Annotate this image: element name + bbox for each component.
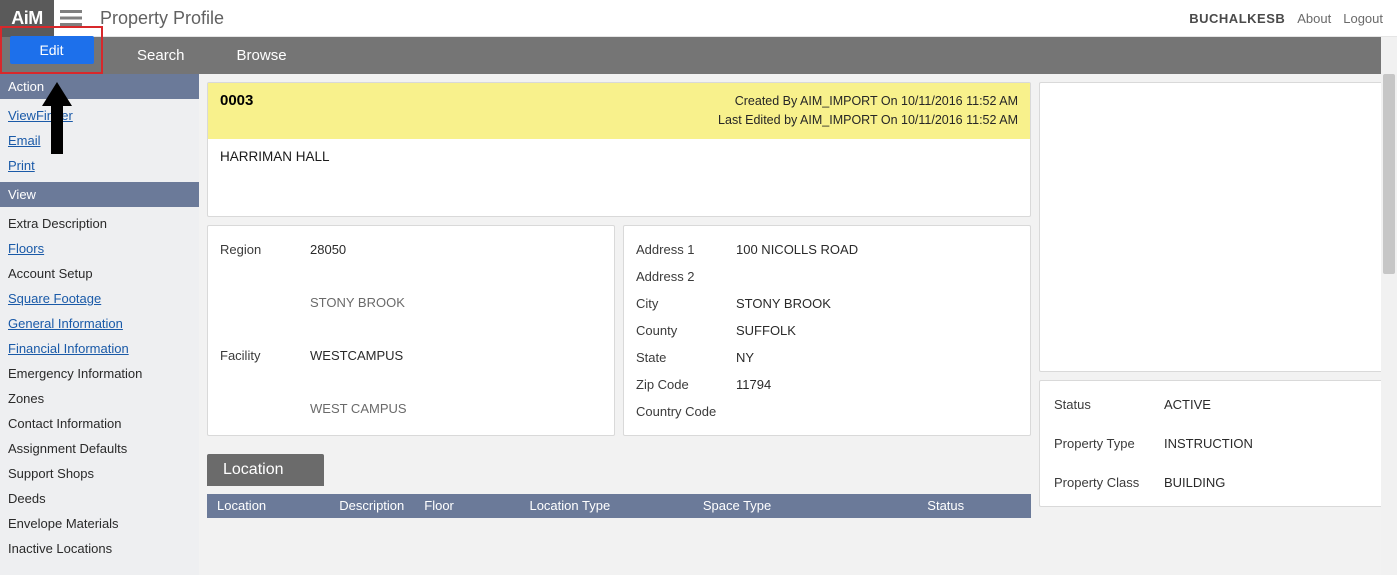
details-row: Region28050 STONY BROOK FacilityWESTCAMP… [207, 225, 1031, 436]
sidebar-item-floors[interactable]: Floors [0, 236, 199, 261]
edited-by: Last Edited by AIM_IMPORT On 10/11/2016 … [718, 111, 1018, 130]
pclass-value: BUILDING [1164, 475, 1374, 490]
address-card: Address 1100 NICOLLS ROAD Address 2 City… [623, 225, 1031, 436]
facility-label: Facility [220, 348, 310, 363]
sidebar-item-deeds[interactable]: Deeds [0, 486, 199, 511]
logout-link[interactable]: Logout [1343, 11, 1383, 26]
record-id: 0003 [220, 92, 253, 109]
edit-highlight: Edit [0, 26, 103, 74]
sidebar-item-support-shops[interactable]: Support Shops [0, 461, 199, 486]
sidebar-item-inactive-locations[interactable]: Inactive Locations [0, 536, 199, 561]
sidebar-item-print[interactable]: Print [0, 153, 199, 178]
sidebar-action-list: ViewFinder Email Print [0, 99, 199, 182]
sidebar-view-header: View [0, 182, 199, 207]
status-card: StatusACTIVE Property TypeINSTRUCTION Pr… [1039, 380, 1389, 507]
country-label: Country Code [636, 404, 736, 419]
status-value: ACTIVE [1164, 397, 1374, 412]
username: BUCHALKESB [1189, 11, 1285, 26]
region-card: Region28050 STONY BROOK FacilityWESTCAMP… [207, 225, 615, 436]
status-label: Status [1054, 397, 1164, 412]
state: NY [736, 350, 1018, 365]
sidebar-item-account-setup[interactable]: Account Setup [0, 261, 199, 286]
facility-code: WESTCAMPUS [310, 348, 602, 363]
city-label: City [636, 296, 736, 311]
location-table-head: Location Description Floor Location Type… [207, 494, 1031, 518]
county: SUFFOLK [736, 323, 1018, 338]
scrollbar-thumb[interactable] [1383, 74, 1395, 274]
sidebar-item-envelope-materials[interactable]: Envelope Materials [0, 511, 199, 536]
toolbar: Edit Search Browse [0, 37, 1397, 74]
page-title: Property Profile [100, 8, 224, 28]
main: Action ViewFinder Email Print View Extra… [0, 74, 1397, 575]
col-floor[interactable]: Floor [414, 498, 519, 513]
sidebar: Action ViewFinder Email Print View Extra… [0, 74, 199, 575]
sidebar-action-header: Action [0, 74, 199, 99]
page-title-wrap: Property Profile [88, 8, 224, 29]
col-status[interactable]: Status [917, 498, 1031, 513]
facility-name: WEST CAMPUS [310, 401, 602, 416]
record-header-card: 0003 Created By AIM_IMPORT On 10/11/2016… [207, 82, 1031, 217]
sidebar-item-emergency-information[interactable]: Emergency Information [0, 361, 199, 386]
sidebar-item-financial-information[interactable]: Financial Information [0, 336, 199, 361]
addr1-label: Address 1 [636, 242, 736, 257]
col-location[interactable]: Location [207, 498, 329, 513]
ptype-value: INSTRUCTION [1164, 436, 1374, 451]
sidebar-item-general-information[interactable]: General Information [0, 311, 199, 336]
top-row: 0003 Created By AIM_IMPORT On 10/11/2016… [207, 82, 1389, 518]
about-link[interactable]: About [1297, 11, 1331, 26]
sidebar-item-extra-description[interactable]: Extra Description [0, 211, 199, 236]
region-name: STONY BROOK [310, 295, 602, 310]
sidebar-view-list: Extra Description Floors Account Setup S… [0, 207, 199, 565]
record-name: HARRIMAN HALL [208, 139, 1030, 216]
browse-link[interactable]: Browse [211, 37, 313, 74]
col-space-type[interactable]: Space Type [693, 498, 917, 513]
audit-info: Created By AIM_IMPORT On 10/11/2016 11:5… [718, 92, 1018, 130]
addr1: 100 NICOLLS ROAD [736, 242, 1018, 257]
state-label: State [636, 350, 736, 365]
sidebar-item-viewfinder[interactable]: ViewFinder [0, 103, 199, 128]
city: STONY BROOK [736, 296, 1018, 311]
col-location-type[interactable]: Location Type [519, 498, 692, 513]
region-label: Region [220, 242, 310, 257]
scrollbar[interactable] [1381, 37, 1397, 575]
content: 0003 Created By AIM_IMPORT On 10/11/2016… [199, 74, 1397, 575]
ptype-label: Property Type [1054, 436, 1164, 451]
edit-button[interactable]: Edit [10, 36, 94, 64]
header-right: BUCHALKESB About Logout [1189, 11, 1397, 26]
record-header-strip: 0003 Created By AIM_IMPORT On 10/11/2016… [208, 83, 1030, 139]
col-right: StatusACTIVE Property TypeINSTRUCTION Pr… [1039, 82, 1389, 518]
brand-row: AiM Property Profile BUCHALKESB About Lo… [0, 0, 1397, 37]
sidebar-item-email[interactable]: Email [0, 128, 199, 153]
zip: 11794 [736, 377, 1018, 392]
sidebar-item-zones[interactable]: Zones [0, 386, 199, 411]
col-main: 0003 Created By AIM_IMPORT On 10/11/2016… [207, 82, 1031, 518]
created-by: Created By AIM_IMPORT On 10/11/2016 11:5… [718, 92, 1018, 111]
addr2-label: Address 2 [636, 269, 736, 284]
location-tab[interactable]: Location [207, 454, 324, 486]
col-description[interactable]: Description [329, 498, 414, 513]
search-link[interactable]: Search [111, 37, 211, 74]
sidebar-item-contact-information[interactable]: Contact Information [0, 411, 199, 436]
image-placeholder-card [1039, 82, 1389, 372]
region-code: 28050 [310, 242, 602, 257]
sidebar-item-square-footage[interactable]: Square Footage [0, 286, 199, 311]
pclass-label: Property Class [1054, 475, 1164, 490]
zip-label: Zip Code [636, 377, 736, 392]
sidebar-item-assignment-defaults[interactable]: Assignment Defaults [0, 436, 199, 461]
location-header: Location [207, 454, 1031, 486]
county-label: County [636, 323, 736, 338]
